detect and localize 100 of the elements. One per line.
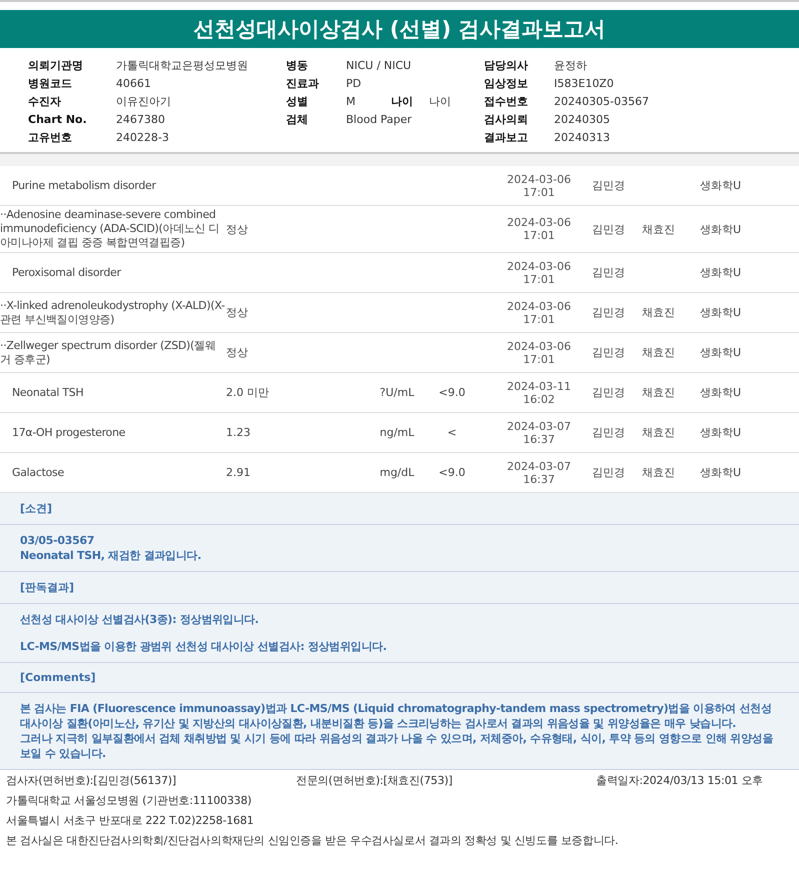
field-label: 임상정보 bbox=[484, 76, 529, 90]
result-value: 정상 bbox=[226, 222, 248, 236]
field-value: 240228-3 bbox=[116, 130, 169, 144]
section-header: [판독결과] bbox=[0, 572, 799, 604]
footer-text: 서울특별시 서초구 반포대로 222 T.02)2258-1681 bbox=[6, 813, 255, 828]
result-date: 2024-03-06 bbox=[507, 300, 571, 312]
test-name: Galactose bbox=[11, 466, 65, 480]
field-value: I583E10Z0 bbox=[554, 76, 614, 90]
specialist-name: 채효진 bbox=[642, 222, 675, 236]
field-label: 나이 bbox=[391, 94, 414, 108]
department-name: 생화학U bbox=[700, 346, 742, 359]
note-text: 그러나 지극히 일부질환에서 검체 채취방법 및 시기 등에 따라 위음성의 결과가 나올 수 있으며, 저체중아, 수유형태, 식이, 투약 등의 영향으로 인해 위양성을 보일 수 있습니다. bbox=[20, 731, 774, 761]
result-value: 정상 bbox=[226, 346, 248, 359]
result-date: 2024-03-06 bbox=[507, 340, 571, 352]
field-value: NICU / NICU bbox=[346, 58, 412, 72]
result-value: 2.0 미만 bbox=[226, 386, 269, 399]
result-value: 1.23 bbox=[226, 426, 250, 439]
field-value: 40661 bbox=[116, 76, 151, 90]
field-value: 20240305 bbox=[554, 112, 610, 126]
section-header: [Comments] bbox=[0, 663, 799, 693]
specialist-name: 채효진 bbox=[642, 426, 675, 439]
test-name: 17α-OH progesterone bbox=[11, 426, 126, 440]
section-header: [소견] bbox=[0, 493, 799, 525]
footer-text: 본 검사실은 대한진단검사의학회/진단검사의학재단의 신임인증을 받은 우수검사실로서 결과의 정확성 및 신빙도를 보증합니다. bbox=[6, 833, 620, 848]
field-label: 고유번호 bbox=[28, 130, 73, 144]
result-value: 2.91 bbox=[226, 466, 250, 479]
tester-name: 김민경 bbox=[592, 386, 625, 399]
specialist-name: 채효진 bbox=[642, 466, 675, 479]
note-text: 본 검사는 FIA (Fluorescence immunoassay)법과 LC-MS/MS (Liquid chromatography-tandem mass spectrometry)법을 이용하여 선천성 대사이상 질환(아미노산, 유기산 및 지방산의 대사이상질환, 내분비질환 등)을 스크리닝하는 검사로서 결과의 위음성율 및 위양성율은 매우 낮습니다. bbox=[20, 701, 773, 731]
field-value: 2467380 bbox=[116, 112, 165, 126]
field-value: PD bbox=[346, 76, 362, 90]
department-name: 생화학U bbox=[700, 306, 742, 319]
test-name: Purine metabolism disorder bbox=[11, 178, 158, 192]
field-value: M bbox=[346, 94, 356, 108]
field-label: 성별 bbox=[286, 94, 309, 108]
result-time: 17:01 bbox=[523, 186, 555, 198]
reference-range: <9.0 bbox=[438, 386, 466, 399]
field-label: 검사의뢰 bbox=[484, 112, 529, 126]
field-label: 진료과 bbox=[286, 76, 320, 90]
reference-range: < bbox=[447, 426, 457, 439]
field-label: 담당의사 bbox=[484, 58, 529, 72]
result-time: 17:01 bbox=[523, 312, 555, 326]
department-name: 생화학U bbox=[700, 426, 742, 439]
department-name: 생화학U bbox=[700, 179, 742, 192]
field-label: 검체 bbox=[286, 112, 309, 126]
tester-name: 김민경 bbox=[592, 426, 625, 439]
result-date: 2024-03-07 bbox=[507, 460, 571, 472]
department-name: 생화학U bbox=[700, 266, 742, 279]
specialist-license: 전문의(면허번호):[채효진(753)] bbox=[296, 773, 454, 788]
result-value: 정상 bbox=[226, 306, 248, 319]
field-label: 병동 bbox=[286, 58, 309, 72]
result-date: 2024-03-06 bbox=[507, 260, 571, 272]
field-label: 병원코드 bbox=[28, 76, 73, 90]
field-label: 결과보고 bbox=[484, 130, 529, 144]
department-name: 생화학U bbox=[700, 386, 742, 399]
tester-name: 김민경 bbox=[592, 466, 625, 479]
reference-range: <9.0 bbox=[438, 466, 466, 479]
field-value: Blood Paper bbox=[346, 112, 412, 126]
tester-name: 김민경 bbox=[592, 179, 625, 192]
result-time: 17:01 bbox=[523, 352, 555, 366]
field-value: 20240305-03567 bbox=[554, 94, 649, 108]
result-date: 2024-03-06 bbox=[507, 172, 571, 186]
tester-name: 김민경 bbox=[592, 306, 625, 319]
result-time: 17:01 bbox=[523, 229, 555, 242]
note-text: Neonatal TSH, 재검한 결과입니다. bbox=[20, 548, 202, 563]
department-name: 생화학U bbox=[700, 466, 742, 479]
specialist-name: 채효진 bbox=[642, 386, 675, 399]
tester-name: 김민경 bbox=[592, 266, 625, 279]
field-value: 윤정하 bbox=[554, 58, 587, 72]
test-name: Peroxisomal disorder bbox=[11, 266, 122, 280]
result-time: 16:02 bbox=[523, 392, 555, 406]
note-text: LC-MS/MS법을 이용한 광범위 선천성 대사이상 선별검사: 정상범위입니다. bbox=[20, 639, 388, 654]
department-name: 생화학U bbox=[700, 222, 742, 236]
specialist-name: 채효진 bbox=[642, 306, 675, 319]
field-value: 나이 bbox=[429, 94, 451, 108]
result-date: 2024-03-07 bbox=[507, 420, 571, 432]
footer-text: 가톨릭대학교 서울성모병원 (기관번호:11100338) bbox=[6, 793, 252, 808]
field-label: 접수번호 bbox=[484, 94, 529, 108]
test-name: ··Zellweger spectrum disorder (ZSD)(젤웨거 증후군) bbox=[0, 338, 217, 366]
result-date: 2024-03-11 bbox=[507, 380, 571, 392]
field-label: 수진자 bbox=[28, 94, 62, 108]
unit-text: mg/dL bbox=[380, 466, 414, 479]
tester-license: 검사자(면허번호):[김민경(56137)] bbox=[6, 773, 178, 788]
field-label: Chart No. bbox=[28, 112, 88, 126]
specialist-name: 채효진 bbox=[642, 346, 675, 359]
note-text: 03/05-03567 bbox=[20, 533, 96, 548]
tester-name: 김민경 bbox=[592, 222, 625, 236]
result-time: 17:01 bbox=[523, 272, 555, 286]
report-title: 선천성대사이상검사 (선별) 검사결과보고서 bbox=[0, 10, 799, 48]
result-date: 2024-03-06 bbox=[507, 216, 571, 229]
test-name: Neonatal TSH bbox=[11, 386, 84, 400]
field-value: 이유진아기 bbox=[116, 94, 171, 108]
field-value: 20240313 bbox=[554, 130, 610, 144]
tester-name: 김민경 bbox=[592, 346, 625, 359]
field-value: 가톨릭대학교은평성모병원 bbox=[116, 58, 248, 72]
result-time: 16:37 bbox=[523, 432, 555, 446]
result-time: 16:37 bbox=[523, 472, 555, 486]
unit-text: ?U/mL bbox=[380, 386, 414, 399]
note-text: 선천성 대사이상 선별검사(3종): 정상범위입니다. bbox=[20, 612, 260, 627]
test-name: ··X-linked adrenoleukodystrophy (X-ALD)(X-관련 부신백질이영양증) bbox=[0, 298, 226, 326]
